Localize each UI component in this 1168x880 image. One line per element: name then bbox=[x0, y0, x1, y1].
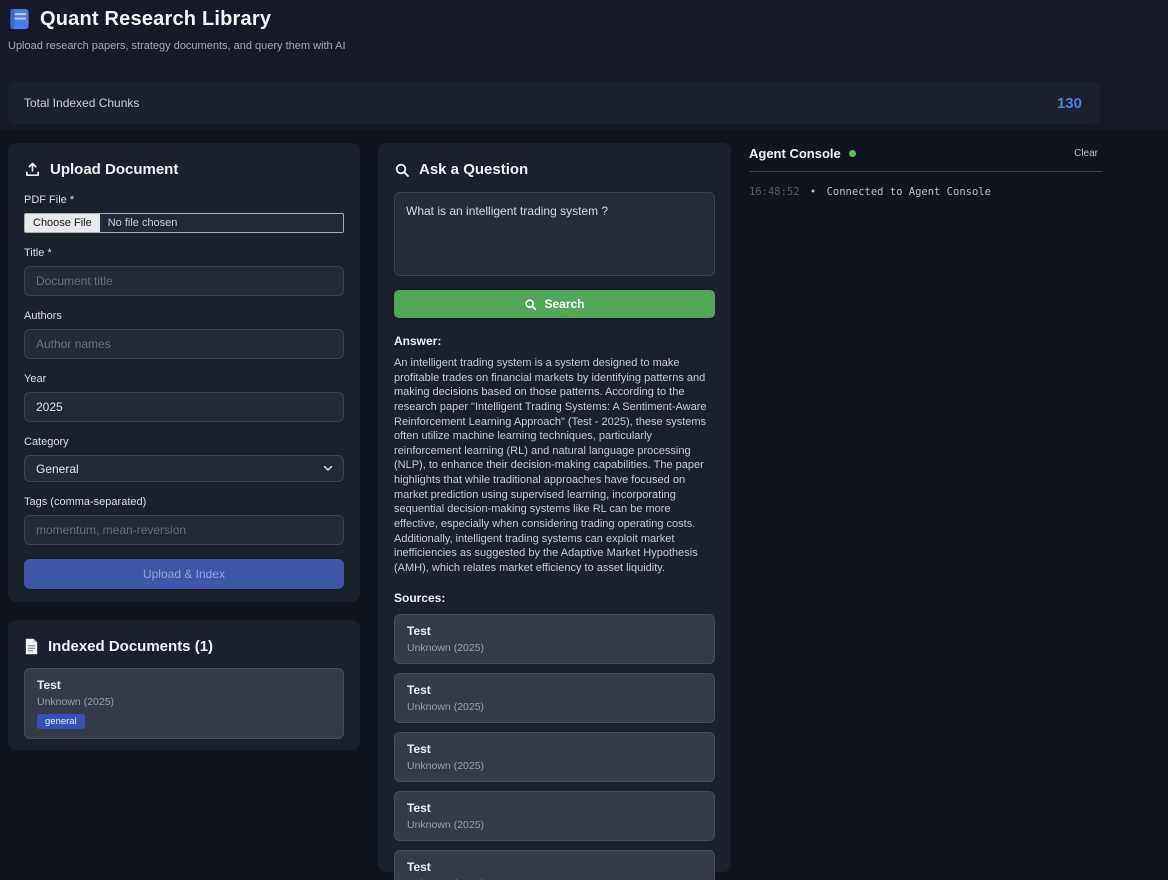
source-title: Test bbox=[407, 860, 702, 874]
search-button-label: Search bbox=[544, 297, 584, 311]
authors-input[interactable] bbox=[24, 329, 344, 359]
source-card: Test Unknown (2025) bbox=[394, 732, 715, 782]
file-input[interactable]: Choose File No file chosen bbox=[24, 213, 344, 233]
stats-bar: Total Indexed Chunks 130 bbox=[8, 82, 1100, 124]
search-button-icon bbox=[524, 298, 537, 311]
clear-button[interactable]: Clear bbox=[1070, 146, 1102, 161]
doc-category-badge: general bbox=[37, 714, 85, 729]
log-time: 16:48:52 bbox=[749, 186, 800, 198]
category-label: Category bbox=[24, 436, 344, 448]
book-icon bbox=[8, 7, 31, 31]
source-card: Test Unknown (2025) bbox=[394, 791, 715, 841]
title-input[interactable] bbox=[24, 266, 344, 296]
log-line: 16:48:52 • Connected to Agent Console bbox=[749, 186, 1102, 198]
source-title: Test bbox=[407, 801, 702, 815]
category-select[interactable]: General bbox=[24, 455, 344, 482]
sources-label: Sources: bbox=[394, 591, 715, 605]
status-dot-icon bbox=[849, 150, 856, 157]
upload-panel-heading: Upload Document bbox=[24, 161, 344, 178]
pdf-file-label: PDF File * bbox=[24, 194, 344, 206]
upload-icon bbox=[24, 161, 41, 178]
app-header: Quant Research Library Upload research p… bbox=[8, 7, 346, 52]
upload-panel: Upload Document PDF File * Choose File N… bbox=[8, 143, 360, 602]
log-bullet: • bbox=[810, 186, 816, 198]
source-meta: Unknown (2025) bbox=[407, 760, 702, 772]
ask-panel-title: Ask a Question bbox=[419, 161, 528, 178]
doc-meta: Unknown (2025) bbox=[37, 696, 331, 708]
indexed-documents-title: Indexed Documents (1) bbox=[48, 638, 213, 655]
source-title: Test bbox=[407, 742, 702, 756]
tags-label: Tags (comma-separated) bbox=[24, 496, 344, 508]
log-message: Connected to Agent Console bbox=[827, 186, 991, 198]
agent-console: Agent Console Clear 16:48:52 • Connected… bbox=[749, 146, 1102, 198]
console-title: Agent Console bbox=[749, 146, 841, 161]
indexed-documents-heading: Indexed Documents (1) bbox=[24, 638, 344, 655]
choose-file-button[interactable]: Choose File bbox=[25, 214, 100, 232]
tags-input[interactable] bbox=[24, 515, 344, 545]
source-title: Test bbox=[407, 624, 702, 638]
upload-panel-title: Upload Document bbox=[50, 161, 178, 178]
authors-label: Authors bbox=[24, 310, 344, 322]
ask-panel: Ask a Question What is an intelligent tr… bbox=[378, 143, 731, 872]
ask-panel-heading: Ask a Question bbox=[394, 161, 715, 178]
page-title: Quant Research Library bbox=[40, 8, 271, 31]
search-button[interactable]: Search bbox=[394, 290, 715, 318]
year-label: Year bbox=[24, 373, 344, 385]
answer-text: An intelligent trading system is a syste… bbox=[394, 356, 715, 575]
source-meta: Unknown (2025) bbox=[407, 701, 702, 713]
file-chosen-text: No file chosen bbox=[100, 214, 186, 232]
document-icon bbox=[24, 638, 39, 655]
stats-value: 130 bbox=[1057, 95, 1082, 112]
indexed-documents-panel: Indexed Documents (1) Test Unknown (2025… bbox=[8, 620, 360, 750]
year-input[interactable] bbox=[24, 392, 344, 422]
source-card: Test Unknown (2025) bbox=[394, 850, 715, 880]
console-divider bbox=[749, 171, 1102, 172]
source-meta: Unknown (2025) bbox=[407, 642, 702, 654]
source-meta: Unknown (2025) bbox=[407, 819, 702, 831]
doc-title: Test bbox=[37, 678, 331, 692]
doc-card: Test Unknown (2025) general bbox=[24, 668, 344, 739]
search-icon bbox=[394, 162, 410, 178]
stats-label: Total Indexed Chunks bbox=[24, 96, 139, 110]
upload-index-button[interactable]: Upload & Index bbox=[24, 559, 344, 589]
title-label: Title * bbox=[24, 247, 344, 259]
source-title: Test bbox=[407, 683, 702, 697]
source-card: Test Unknown (2025) bbox=[394, 673, 715, 723]
page-subtitle: Upload research papers, strategy documen… bbox=[8, 40, 346, 52]
question-textarea[interactable]: What is an intelligent trading system ? bbox=[394, 192, 715, 276]
answer-label: Answer: bbox=[394, 334, 715, 348]
source-card: Test Unknown (2025) bbox=[394, 614, 715, 664]
